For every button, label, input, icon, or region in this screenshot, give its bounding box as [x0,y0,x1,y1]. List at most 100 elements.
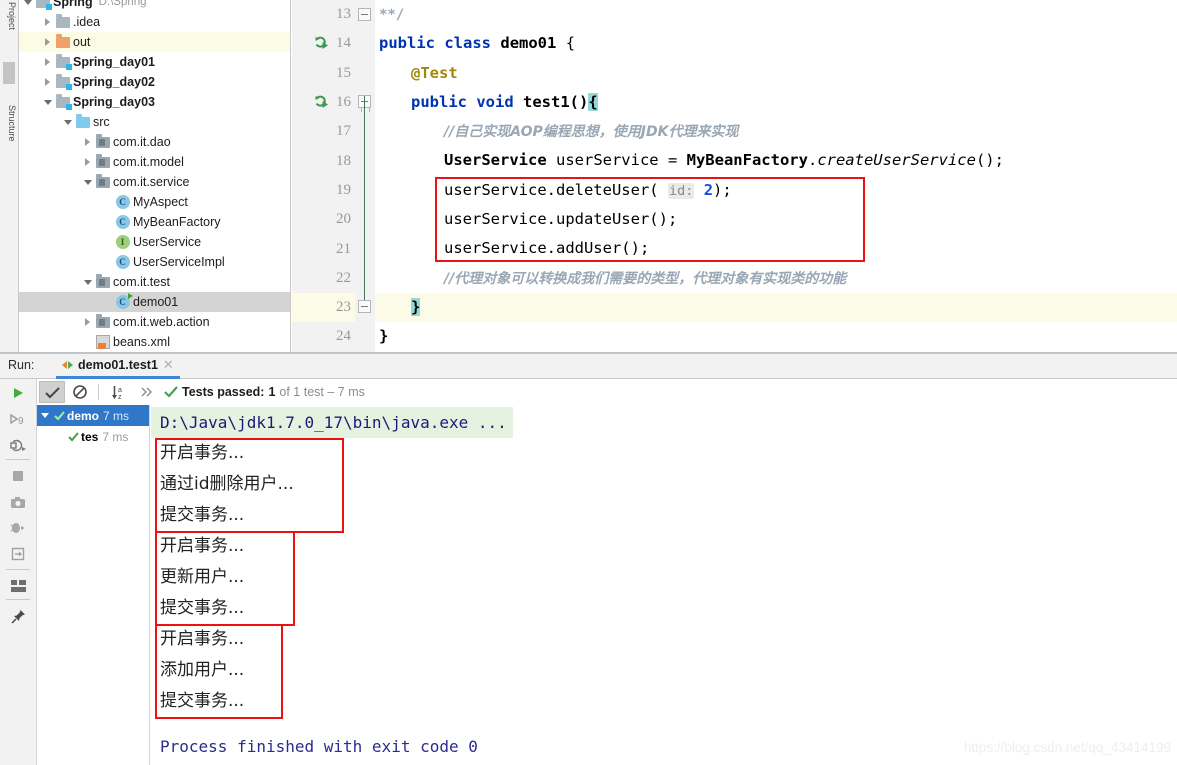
gutter-line-22[interactable]: 22 [292,264,355,293]
tool-window-strip[interactable]: Project Structure [0,0,19,352]
package-icon [94,172,111,192]
gutter-line-21[interactable]: 21 [292,234,355,263]
project-tree-item-out[interactable]: out [19,32,290,52]
literal-2: 2 [694,180,714,199]
test-tree-row[interactable]: demo 7 ms [37,405,149,426]
gutter-line-18[interactable]: 18 [292,146,355,175]
chevron-right-icon[interactable] [81,132,94,152]
project-tree-item-beans-xml[interactable]: beans.xml [19,332,290,352]
project-tree-item-label: UserService [133,235,202,249]
project-tool-window[interactable]: Spring D:\Spring .idea out Spring_day01 Sprin… [19,0,291,352]
tests-status: Tests passed: 1 of 1 test – 7 ms [164,385,365,399]
run-results-toolbar[interactable]: a z Tests passed: 1 of 1 test – 7 ms [37,379,1177,405]
type-mybeanfactory: MyBeanFactory [686,151,808,170]
chevron-double-right-icon[interactable] [134,381,160,403]
test-results-tree[interactable]: demo 7 ms tes 7 ms [37,405,150,765]
editor-fold-column[interactable] [355,0,375,352]
code-line-15: @Test [375,59,1177,88]
code-line-14: public class demo01 { [375,29,1177,58]
chevron-down-icon[interactable] [81,172,94,192]
console-output[interactable]: D:\Java\jdk1.7.0_17\bin\java.exe ... 开启事… [151,405,1177,765]
tool-strip-structure-label[interactable]: Structure [2,105,17,142]
run-window-label: Run: [8,358,35,372]
gutter-line-14[interactable]: 14 [292,29,355,58]
code-editor[interactable]: 13 14 15 16 17 18 19 20 21 22 23 24 **/ public clas… [292,0,1177,352]
fold-minus-icon-13[interactable] [358,8,371,21]
gutter-run-icon[interactable] [314,36,329,51]
project-tree-item-userserviceimpl[interactable]: C UserServiceImpl [19,252,290,272]
project-tree-item-label: .idea [73,15,101,29]
project-tree-item-spring[interactable]: Spring D:\Spring [19,0,290,12]
gutter-line-13[interactable]: 13 [292,0,355,29]
code-text-area[interactable]: **/ public class demo01 { @Test public v… [375,0,1177,352]
no-arrow-spacer [101,292,114,312]
test-name: tes [81,429,99,444]
project-tree-item-com-it-test[interactable]: com.it.test [19,272,290,292]
gutter-line-19[interactable]: 19 [292,176,355,205]
gutter-line-15[interactable]: 15 [292,59,355,88]
gutter-line-20[interactable]: 20 [292,205,355,234]
editor-gutter[interactable]: 13 14 15 16 17 18 19 20 21 22 23 24 [292,0,355,352]
var-userservice: userService = [546,151,687,170]
chevron-right-icon[interactable] [41,32,54,52]
code-line-24: } [375,322,1177,351]
chevron-down-icon[interactable] [81,272,94,292]
gutter-line-16[interactable]: 16 [292,88,355,117]
project-tree-item-spring-day02[interactable]: Spring_day02 [19,72,290,92]
gutter-line-23[interactable]: 23 [292,292,355,323]
project-tree-item-label: com.it.web.action [113,315,210,329]
run-play-icon[interactable] [7,382,29,404]
fold-minus-icon-23[interactable] [358,300,371,313]
project-tree-item-mybeanfactory[interactable]: C MyBeanFactory [19,212,290,232]
project-tree-item-com-it-dao[interactable]: com.it.dao [19,132,290,152]
chevron-down-icon[interactable] [21,0,34,12]
project-tree-item-com-it-service[interactable]: com.it.service [19,172,290,192]
project-tree-item-spring-day03[interactable]: Spring_day03 [19,92,290,112]
chevron-right-icon[interactable] [41,12,54,32]
gutter-run-icon[interactable] [314,95,329,110]
rerun-failed-icon[interactable]: 9 [7,408,29,430]
chevron-right-icon[interactable] [81,152,94,172]
checkmark-filter-icon[interactable] [39,381,65,403]
project-tree-item-src[interactable]: src [19,112,290,132]
project-tree-item-com-it-model[interactable]: com.it.model [19,152,290,172]
debug-icon[interactable] [7,517,29,539]
project-tree-item-label: com.it.service [113,175,190,189]
tool-strip-project-label[interactable]: Project [2,2,17,30]
project-tree-item-label: UserServiceImpl [133,255,225,269]
tests-passed-count: 1 [268,385,276,399]
project-tree-item-myaspect[interactable]: C MyAspect [19,192,290,212]
stop-icon[interactable] [7,465,29,487]
rerun-auto-icon[interactable] [7,434,29,456]
chevron-down-icon[interactable] [41,92,54,112]
project-tree-item--idea[interactable]: .idea [19,12,290,32]
console-line: 开启事务... [160,536,245,556]
pin-icon[interactable] [7,605,29,627]
close-icon[interactable]: ✕ [163,357,174,373]
run-side-toolbar[interactable]: 9 [0,379,37,765]
chevron-right-icon[interactable] [41,52,54,72]
project-tree-item-userservice[interactable]: I UserService [19,232,290,252]
scroll-to-source-icon[interactable] [7,543,29,565]
project-tree-item-label: MyAspect [133,195,188,209]
layout-icon[interactable] [7,575,29,597]
project-tree-item-demo01[interactable]: Cdemo01 [19,292,290,312]
tool-strip-active-marker [3,62,15,84]
code-line-22: //代理对象可以转换成我们需要的类型，代理对象有实现类的功能 [375,264,1177,293]
chevron-down-icon[interactable] [37,413,52,418]
chevron-right-icon[interactable] [41,72,54,92]
module-folder-icon [34,0,52,12]
export-screenshot-icon[interactable] [7,491,29,513]
no-entry-icon[interactable] [67,381,93,403]
project-tree-item-com-it-web-action[interactable]: com.it.web.action [19,312,290,332]
run-tab-demo01-test1[interactable]: demo01.test1 ✕ [56,354,180,379]
test-tree-row[interactable]: tes 7 ms [37,426,149,447]
chevron-right-icon[interactable] [81,312,94,332]
gutter-line-17[interactable]: 17 [292,117,355,146]
gutter-line-24[interactable]: 24 [292,322,355,351]
chevron-down-icon[interactable] [61,112,74,132]
line-number: 18 [336,152,351,169]
project-tree-item-spring-day01[interactable]: Spring_day01 [19,52,290,72]
sort-alphabetically-icon[interactable]: a z [106,381,132,403]
fold-region-line [364,96,365,311]
